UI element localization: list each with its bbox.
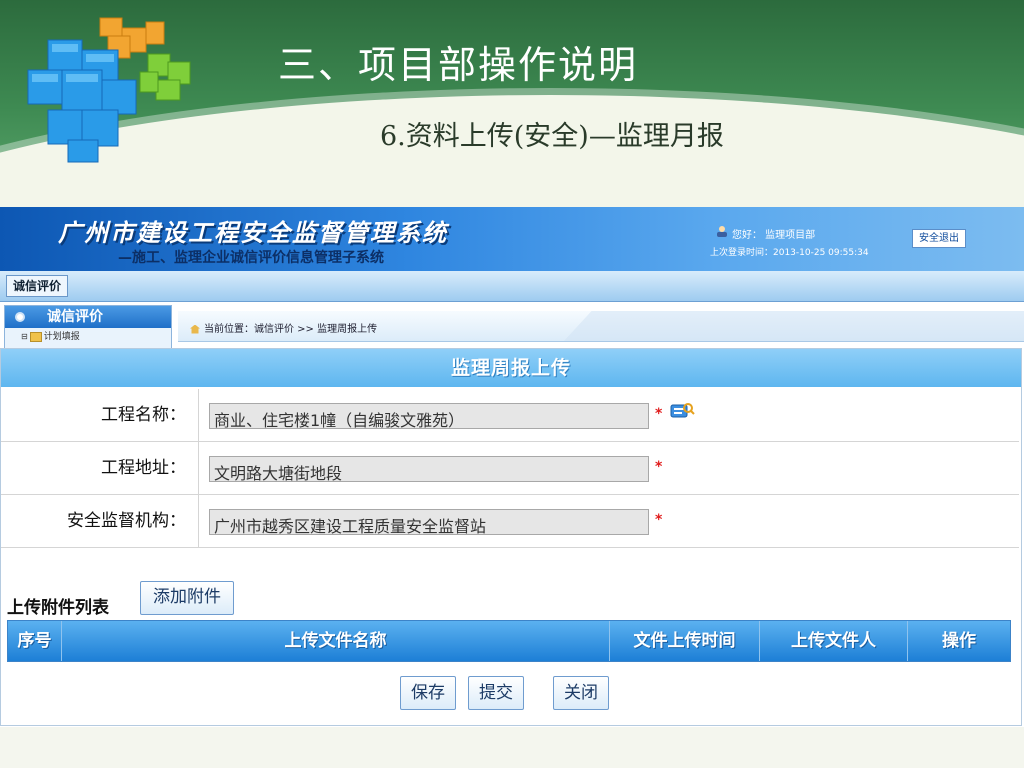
required-mark: *: [655, 406, 663, 422]
submit-button[interactable]: 提交: [468, 676, 524, 710]
sidebar-header[interactable]: 诚信评价: [5, 306, 171, 328]
sidebar-header-label: 诚信评价: [47, 309, 103, 325]
form-title: 监理周报上传: [1, 349, 1021, 387]
last-login-time: 上次登录时间：2013-10-25 09:55:34: [710, 248, 869, 258]
attachment-table-header: 序号 上传文件名称 文件上传时间 上传文件人 操作: [7, 620, 1011, 662]
sidebar-item-plan[interactable]: ⊟ 计划填报: [5, 328, 171, 346]
logout-button[interactable]: 安全退出: [912, 229, 966, 248]
breadcrumb-bar: 当前位置：诚信评价 >> 监理周报上传: [178, 311, 1024, 342]
user-icon: [717, 226, 727, 237]
collapse-icon[interactable]: ⊟: [21, 332, 28, 341]
supervision-agency-row: 安全监督机构： 广州市越秀区建设工程质量安全监督站 *: [1, 495, 1019, 548]
save-button[interactable]: 保存: [400, 676, 456, 710]
column-header-uploader: 上传文件人: [760, 621, 908, 661]
app-header: 广州市建设工程安全监督管理系统 —施工、监理企业诚信评价信息管理子系统 您好： …: [0, 207, 1024, 271]
project-name-field[interactable]: 商业、住宅楼1幢（自编骏文雅苑）: [209, 403, 649, 430]
project-address-field[interactable]: 文明路大塘街地段: [209, 456, 649, 483]
sidebar-item-label: 计划填报: [43, 332, 80, 342]
breadcrumb: 当前位置：诚信评价 >> 监理周报上传: [190, 320, 377, 335]
sidebar: 诚信评价 ⊟ 计划填报: [4, 305, 172, 351]
breadcrumb-decoration: [564, 311, 1024, 341]
required-mark: *: [655, 512, 663, 528]
system-title: 广州市建设工程安全监督管理系统: [58, 219, 448, 247]
app-window: 广州市建设工程安全监督管理系统 —施工、监理企业诚信评价信息管理子系统 您好： …: [0, 207, 1024, 727]
attachment-list-label: 上传附件列表: [7, 598, 109, 618]
add-attachment-button[interactable]: 添加附件: [140, 581, 234, 615]
top-nav-bar: 诚信评价: [0, 271, 1024, 302]
column-header-actions: 操作: [942, 631, 976, 651]
supervision-agency-label: 安全监督机构：: [1, 495, 199, 547]
project-name-label: 工程名称：: [1, 389, 199, 441]
tab-credit-evaluation[interactable]: 诚信评价: [6, 275, 69, 297]
action-buttons: 保存 提交 关闭: [7, 676, 1011, 716]
close-button[interactable]: 关闭: [553, 676, 609, 710]
project-name-row: 工程名称： 商业、住宅楼1幢（自编骏文雅苑） *: [1, 389, 1019, 442]
project-lookup-icon[interactable]: [669, 401, 695, 421]
breadcrumb-text: 当前位置：诚信评价 >> 监理周报上传: [204, 324, 378, 335]
supervision-agency-field[interactable]: 广州市越秀区建设工程质量安全监督站: [209, 509, 649, 536]
project-address-label: 工程地址：: [1, 442, 199, 494]
system-subtitle: —施工、监理企业诚信评价信息管理子系统: [118, 250, 384, 266]
column-header-index: 序号: [8, 621, 62, 661]
upload-form: 监理周报上传 工程名称： 商业、住宅楼1幢（自编骏文雅苑） * 工程地址： 文明…: [0, 348, 1022, 726]
user-greeting: 您好： 监理项目部: [732, 230, 816, 241]
puzzle-logo-icon: [27, 17, 191, 163]
bullet-icon: [15, 312, 25, 322]
slide-title: 三、项目部操作说明: [278, 43, 639, 87]
project-address-row: 工程地址： 文明路大塘街地段 *: [1, 442, 1019, 495]
required-mark: *: [655, 459, 663, 475]
column-header-filename: 上传文件名称: [62, 621, 610, 661]
column-header-upload-time: 文件上传时间: [610, 621, 760, 661]
attachment-bar: 上传附件列表 添加附件: [7, 575, 1011, 618]
home-icon: [190, 324, 200, 334]
slide-subtitle: 6.资料上传(安全)—监理月报: [380, 121, 724, 152]
folder-icon: [29, 331, 42, 342]
